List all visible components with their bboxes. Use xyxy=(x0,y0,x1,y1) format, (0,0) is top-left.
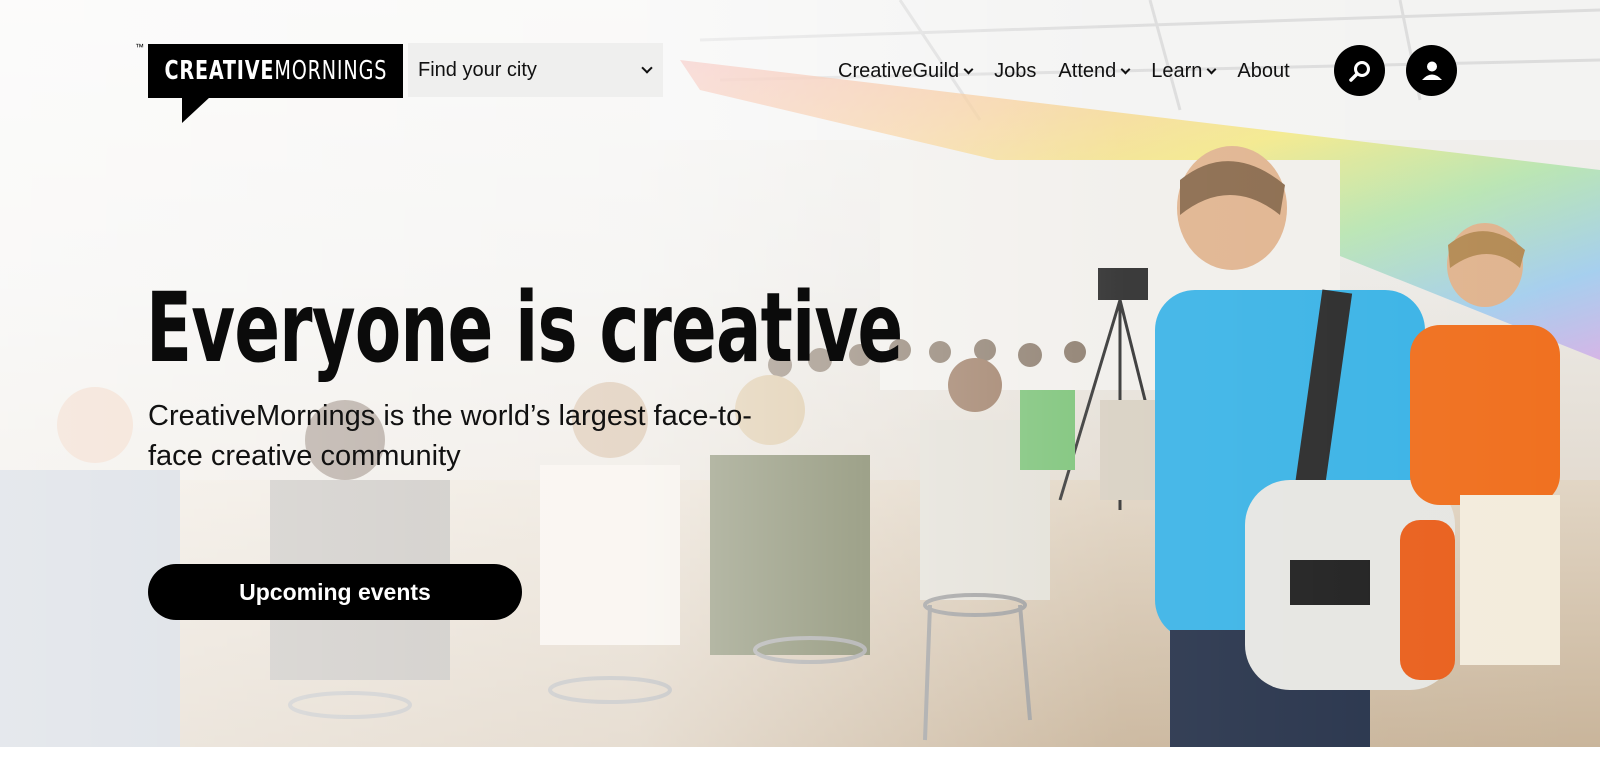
logo-trademark: ™ xyxy=(135,42,144,52)
hero-headline: Everyone is creative xyxy=(146,272,903,384)
search-button[interactable] xyxy=(1334,45,1385,96)
nav-item-learn[interactable]: Learn xyxy=(1151,59,1217,83)
logo-word-mornings: MORNINGS xyxy=(273,56,387,86)
chevron-down-icon xyxy=(641,61,653,74)
creativemornings-logo[interactable]: CREATIVEMORNINGS xyxy=(148,44,403,98)
nav-item-label: Jobs xyxy=(994,59,1037,82)
page-bottom-edge xyxy=(0,747,1600,762)
nav-item-about[interactable]: About xyxy=(1237,60,1289,83)
chevron-down-icon xyxy=(1120,64,1131,74)
nav-item-label: Learn xyxy=(1151,59,1203,82)
nav-item-creativeguild[interactable]: CreativeGuild xyxy=(838,59,974,83)
logo-wordmark: CREATIVEMORNINGS xyxy=(164,56,387,86)
main-nav: CreativeGuild Jobs Attend Learn About xyxy=(838,56,1290,86)
city-select-dropdown[interactable]: Find your city xyxy=(408,43,663,97)
nav-item-label: About xyxy=(1237,59,1290,82)
user-icon xyxy=(1421,61,1442,80)
nav-item-label: Attend xyxy=(1058,59,1117,82)
account-button[interactable] xyxy=(1406,45,1457,96)
hero-subhead: CreativeMornings is the world’s largest … xyxy=(148,400,752,472)
nav-item-label: CreativeGuild xyxy=(838,59,960,82)
upcoming-events-button[interactable]: Upcoming events xyxy=(148,564,522,620)
city-select-value: Find your city xyxy=(418,58,537,81)
logo-word-creative: CREATIVE xyxy=(164,56,274,86)
chevron-down-icon xyxy=(1206,64,1217,74)
chevron-down-icon xyxy=(963,64,974,74)
nav-item-attend[interactable]: Attend xyxy=(1058,59,1131,83)
logo-speech-tail xyxy=(182,97,210,123)
search-icon xyxy=(1348,60,1370,82)
nav-item-jobs[interactable]: Jobs xyxy=(994,60,1036,83)
